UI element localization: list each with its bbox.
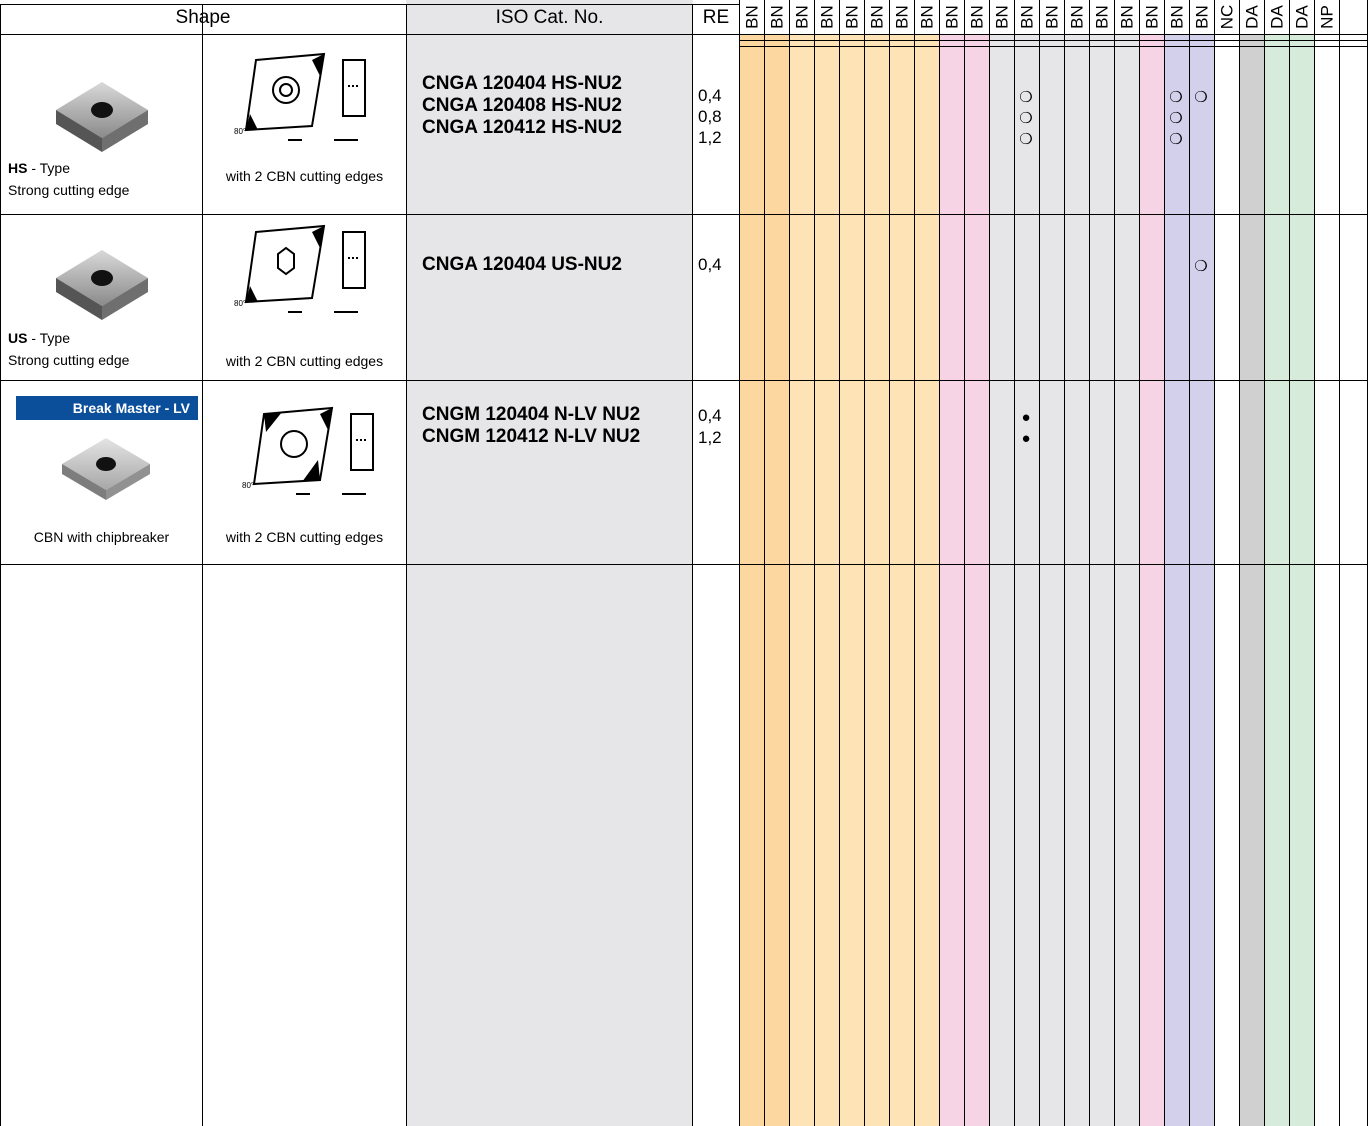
table-grid — [0, 0, 1368, 1126]
product-table: Shape ISO Cat. No. RE BN BN BN BN BN BN BN BN BN… — [0, 0, 1368, 1126]
